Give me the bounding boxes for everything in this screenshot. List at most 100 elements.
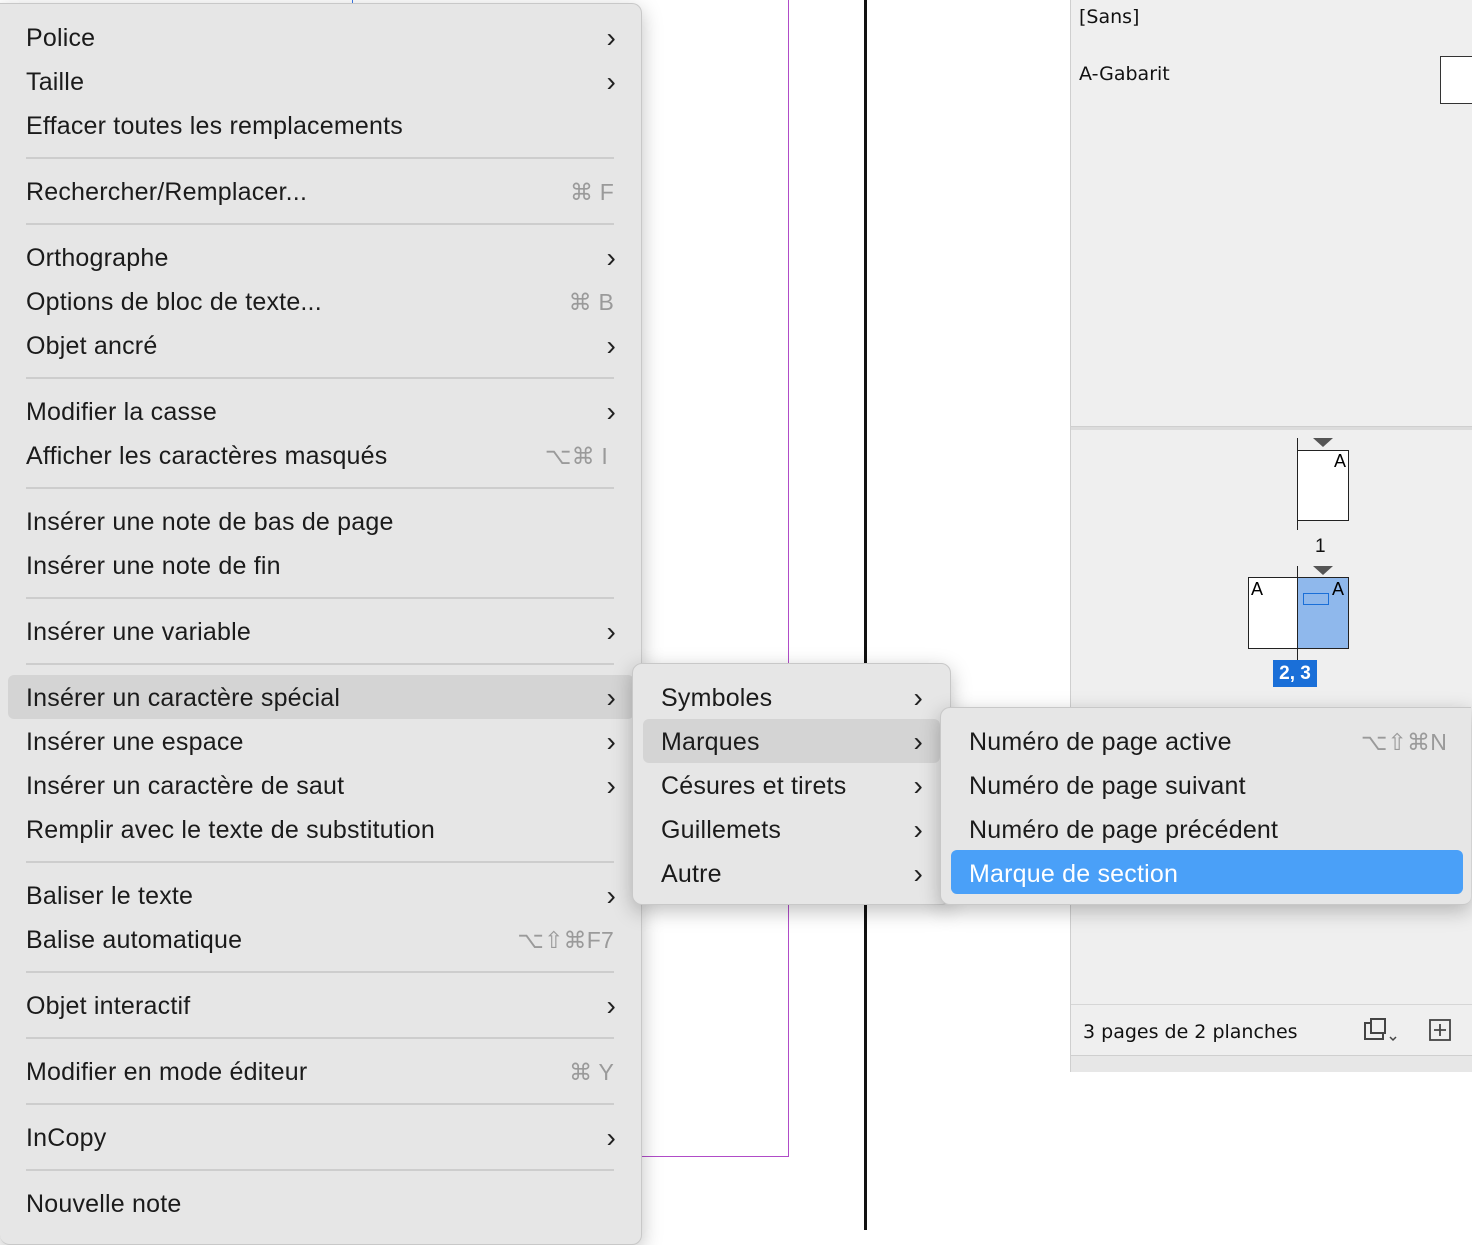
menu-item-label: Options de bloc de texte...	[26, 288, 322, 316]
menu-item-inserer-espace[interactable]: Insérer une espace ›	[26, 720, 616, 764]
menu-item-guillemets[interactable]: Guillemets ›	[661, 808, 923, 852]
menu-item-label: Insérer une variable	[26, 618, 251, 646]
menu-item-label: Objet ancré	[26, 332, 158, 360]
margin-guide	[640, 1156, 789, 1157]
page-edge	[864, 0, 867, 1230]
menu-item-page-active[interactable]: Numéro de page active ⌥⇧⌘N	[969, 720, 1447, 764]
chevron-right-icon: ›	[606, 880, 616, 911]
spread-2-3-label[interactable]: 2, 3	[1273, 660, 1317, 687]
shortcut-label: ⌘ Y	[569, 1059, 614, 1085]
menu-separator	[26, 1037, 614, 1039]
menu-item-texte-substitution[interactable]: Remplir avec le texte de substitution	[26, 808, 616, 852]
chevron-right-icon: ›	[606, 242, 616, 273]
new-page-icon[interactable]	[1429, 1019, 1451, 1047]
page-count-status: 3 pages de 2 planches	[1083, 1021, 1298, 1043]
pages-panel-footer: 3 pages de 2 planches	[1071, 1004, 1472, 1057]
menu-item-baliser-texte[interactable]: Baliser le texte ›	[26, 874, 616, 918]
menu-item-label: Modifier la casse	[26, 398, 217, 426]
menu-item-label: Insérer une note de bas de page	[26, 508, 394, 536]
menu-item-label: Rechercher/Remplacer...	[26, 178, 308, 206]
menu-item-page-precedent[interactable]: Numéro de page précédent	[969, 808, 1447, 852]
column-guide	[788, 0, 789, 1157]
chevron-right-icon: ›	[913, 726, 923, 757]
spine-line	[1297, 566, 1298, 660]
menu-item-objet-interactif[interactable]: Objet interactif ›	[26, 984, 616, 1028]
panel-divider[interactable]	[1071, 426, 1472, 430]
chevron-right-icon: ›	[606, 682, 616, 713]
menu-item-label: Insérer une espace	[26, 728, 244, 756]
menu-separator	[26, 487, 614, 489]
chevron-right-icon: ›	[606, 726, 616, 757]
menu-item-nouvelle-note[interactable]: Nouvelle note	[26, 1182, 616, 1226]
master-none[interactable]: [Sans]	[1079, 6, 1139, 28]
master-thumbnail[interactable]	[1440, 56, 1472, 104]
menu-item-label: Marques	[661, 728, 760, 756]
menu-item-autre[interactable]: Autre ›	[661, 852, 923, 896]
menu-item-label: Insérer un caractère de saut	[26, 772, 345, 800]
menu-item-rechercher[interactable]: Rechercher/Remplacer... ⌘ F	[26, 170, 616, 214]
menu-item-label: Césures et tirets	[661, 772, 847, 800]
menu-item-inserer-variable[interactable]: Insérer une variable ›	[26, 610, 616, 654]
menu-separator	[26, 971, 614, 973]
menu-separator	[26, 377, 614, 379]
menu-item-label: Balise automatique	[26, 926, 243, 954]
menu-item-objet-ancre[interactable]: Objet ancré ›	[26, 324, 616, 368]
menu-item-incopy[interactable]: InCopy ›	[26, 1116, 616, 1160]
menu-item-symboles[interactable]: Symboles ›	[661, 676, 923, 720]
menu-item-label: Insérer une note de fin	[26, 552, 281, 580]
chevron-right-icon: ›	[606, 66, 616, 97]
chevron-right-icon: ›	[606, 990, 616, 1021]
chevron-right-icon: ›	[606, 22, 616, 53]
page-2-master-letter: A	[1251, 579, 1264, 599]
menu-item-cesures[interactable]: Césures et tirets ›	[661, 764, 923, 808]
chevron-right-icon: ›	[913, 814, 923, 845]
menu-item-modifier-casse[interactable]: Modifier la casse ›	[26, 390, 616, 434]
menu-item-note-fin[interactable]: Insérer une note de fin	[26, 544, 616, 588]
menu-item-taille[interactable]: Taille ›	[26, 60, 616, 104]
menu-item-marques[interactable]: Marques ›	[661, 720, 923, 764]
menu-item-options-bloc[interactable]: Options de bloc de texte... ⌘ B	[26, 280, 616, 324]
submenu-marques: Numéro de page active ⌥⇧⌘N Numéro de pag…	[940, 707, 1471, 905]
chevron-right-icon: ›	[913, 682, 923, 713]
master-a-gabarit[interactable]: A-Gabarit	[1079, 63, 1170, 85]
menu-item-label: Remplir avec le texte de substitution	[26, 816, 435, 844]
menu-item-label: Taille	[26, 68, 85, 96]
menu-item-marque-section[interactable]: Marque de section	[969, 852, 1447, 896]
shortcut-label: ⌥⌘ I	[544, 443, 608, 469]
chevron-right-icon: ›	[913, 770, 923, 801]
menu-item-label: Numéro de page suivant	[969, 772, 1246, 800]
shortcut-label: ⌥⇧⌘N	[1360, 729, 1447, 755]
menu-separator	[26, 663, 614, 665]
menu-item-label: Orthographe	[26, 244, 169, 272]
shortcut-label: ⌘ B	[568, 289, 614, 315]
menu-item-mode-editeur[interactable]: Modifier en mode éditeur ⌘ Y	[26, 1050, 616, 1094]
text-frame-indicator	[1303, 593, 1329, 605]
spread-marker-icon	[1313, 566, 1333, 575]
menu-item-effacer[interactable]: Effacer toutes les remplacements	[26, 104, 616, 148]
menu-item-label: Afficher les caractères masqués	[26, 442, 388, 470]
menu-separator	[26, 223, 614, 225]
menu-item-police[interactable]: Police ›	[26, 16, 616, 60]
menu-item-label: Effacer toutes les remplacements	[26, 112, 403, 140]
menu-item-label: Numéro de page active	[969, 728, 1232, 756]
menu-item-caractere-saut[interactable]: Insérer un caractère de saut ›	[26, 764, 616, 808]
menu-item-label: Marque de section	[969, 860, 1179, 888]
menu-item-note-bas-page[interactable]: Insérer une note de bas de page	[26, 500, 616, 544]
edit-page-size-icon[interactable]	[1363, 1017, 1399, 1049]
menu-item-page-suivant[interactable]: Numéro de page suivant	[969, 764, 1447, 808]
panel-resize-grip[interactable]	[1071, 1055, 1472, 1072]
submenu-caractere-special: Symboles › Marques › Césures et tirets ›…	[632, 663, 951, 905]
menu-separator	[26, 597, 614, 599]
menu-item-caractere-special[interactable]: Insérer un caractère spécial ›	[26, 676, 616, 720]
menu-item-label: Numéro de page précédent	[969, 816, 1279, 844]
page-1-label[interactable]: 1	[1315, 536, 1326, 558]
menu-item-label: Symboles	[661, 684, 773, 712]
shortcut-label: ⌘ F	[569, 179, 614, 205]
menu-separator	[26, 1169, 614, 1171]
menu-item-caracteres-masques[interactable]: Afficher les caractères masqués ⌥⌘ I	[26, 434, 616, 478]
chevron-right-icon: ›	[606, 396, 616, 427]
page-1-master-letter: A	[1334, 451, 1347, 471]
menu-item-orthographe[interactable]: Orthographe ›	[26, 236, 616, 280]
menu-item-balise-auto[interactable]: Balise automatique ⌥⇧⌘F7	[26, 918, 616, 962]
spread-marker-icon	[1313, 438, 1333, 447]
